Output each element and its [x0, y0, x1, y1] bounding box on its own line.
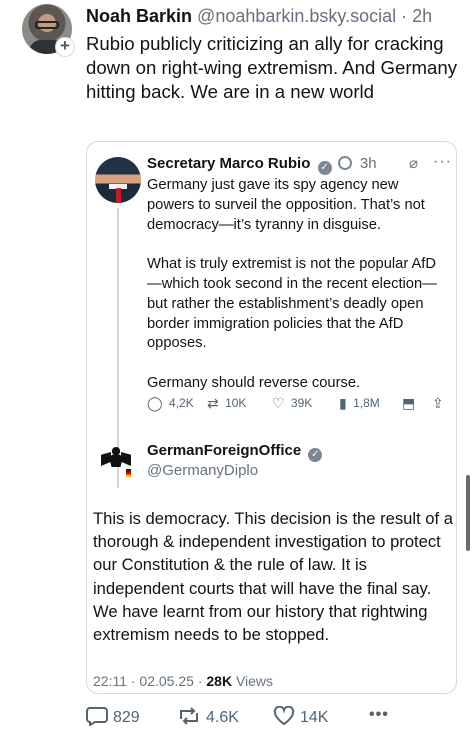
eagle-wing-detail: [101, 452, 111, 466]
government-seal-icon: [337, 156, 352, 170]
post-header: Noah Barkin @noahbarkin.bsky.social · 2h: [86, 5, 432, 27]
more-options-button[interactable]: •••: [369, 706, 389, 724]
quoted-views-button[interactable]: ▮ 1,8M: [339, 395, 380, 412]
quoted-post-actions: ◯ 4,2K ⇄ 10K ♡ 39K ▮ 1,8M ⬒ ⇪: [147, 395, 447, 413]
follow-plus-icon[interactable]: +: [55, 37, 75, 57]
repost-icon: ⇄: [207, 395, 219, 411]
post-time[interactable]: 2h: [412, 6, 432, 26]
grok-icon[interactable]: ⌀: [409, 155, 418, 173]
post-actions: 829 4.6K 14K •••: [86, 705, 456, 728]
heart-icon: ♡: [272, 395, 285, 411]
like-button[interactable]: 14K: [273, 705, 329, 727]
reply-views-count: 28K: [206, 673, 233, 689]
reply-author-handle[interactable]: @GermanyDiplo: [147, 462, 258, 480]
repost-icon: [180, 707, 198, 725]
quoted-repost-button[interactable]: ⇄ 10K: [207, 395, 246, 412]
reply-views-label: Views: [232, 673, 274, 689]
bar-chart-icon: ▮: [339, 395, 347, 411]
reply-author-name-text: GermanForeignOffice: [147, 442, 302, 459]
reply-count: 829: [113, 709, 140, 726]
repost-count: 4.6K: [206, 709, 239, 726]
quoted-paragraph: Germany should reverse course.: [147, 374, 361, 391]
quoted-post-body: Germany just gave its spy agency new pow…: [147, 176, 447, 414]
quoted-like-button[interactable]: ♡ 39K: [272, 395, 312, 412]
eagle-head-detail: [112, 447, 120, 454]
verified-badge-icon: ✓: [308, 448, 323, 462]
quoted-paragraph: Germany just gave its spy agency new pow…: [147, 177, 425, 233]
post: + Noah Barkin @noahbarkin.bsky.social · …: [0, 0, 475, 750]
bookmark-button[interactable]: ⬒: [402, 395, 418, 412]
quoted-like-count: 39K: [290, 396, 313, 410]
heart-icon: [273, 705, 295, 726]
header-separator: ·: [401, 6, 408, 26]
like-count: 14K: [300, 709, 329, 726]
quote-card[interactable]: Secretary Marco Rubio ✓ 3h ⌀ ··· Germany…: [86, 141, 457, 694]
reply-button[interactable]: 829: [86, 706, 140, 727]
bookmark-icon: ⬒: [402, 395, 416, 411]
avatar-tie-detail: [116, 188, 121, 203]
repost-button[interactable]: 4.6K: [177, 706, 239, 727]
share-button[interactable]: ⇪: [432, 395, 447, 412]
quoted-reply-count: 4,2K: [169, 396, 194, 410]
quoted-author-name[interactable]: Secretary Marco Rubio: [147, 155, 310, 172]
quoted-paragraph: What is truly extremist is not the popul…: [147, 256, 437, 352]
quoted-reply-button[interactable]: ◯ 4,2K: [147, 395, 194, 412]
avatar-glasses-detail: [35, 21, 59, 29]
author-avatar[interactable]: +: [22, 4, 75, 57]
reply-author-name[interactable]: GermanForeignOffice ✓: [147, 442, 323, 462]
reply-icon: ◯: [147, 395, 163, 411]
eagle-body-detail: [109, 453, 123, 467]
author-handle[interactable]: @noahbarkin.bsky.social: [197, 6, 396, 26]
post-text: Rubio publicly criticizing an ally for c…: [86, 33, 457, 103]
german-flag-icon: [126, 469, 131, 477]
quoted-repost-count: 10K: [225, 396, 247, 410]
quoted-post-time[interactable]: 3h: [360, 155, 377, 172]
author-name[interactable]: Noah Barkin: [86, 6, 192, 26]
scrollbar[interactable]: [466, 475, 470, 551]
reply-text: This is democracy. This decision is the …: [93, 509, 453, 645]
speech-bubble-icon: [86, 707, 108, 727]
quoted-post-header: Secretary Marco Rubio ✓ 3h ⌀ ···: [147, 153, 452, 175]
german-eagle-avatar[interactable]: [101, 445, 131, 477]
quoted-author-avatar[interactable]: [95, 157, 141, 203]
reply-timestamp[interactable]: 22:11 · 02.05.25 ·: [93, 673, 206, 689]
quoted-views-count: 1,8M: [353, 396, 380, 410]
reply-meta: 22:11 · 02.05.25 · 28K Views: [93, 672, 273, 690]
share-icon: ⇪: [432, 395, 444, 411]
verified-badge-icon: ✓: [317, 161, 332, 175]
more-options-icon[interactable]: ···: [433, 153, 452, 171]
eagle-wing-detail: [121, 452, 131, 466]
